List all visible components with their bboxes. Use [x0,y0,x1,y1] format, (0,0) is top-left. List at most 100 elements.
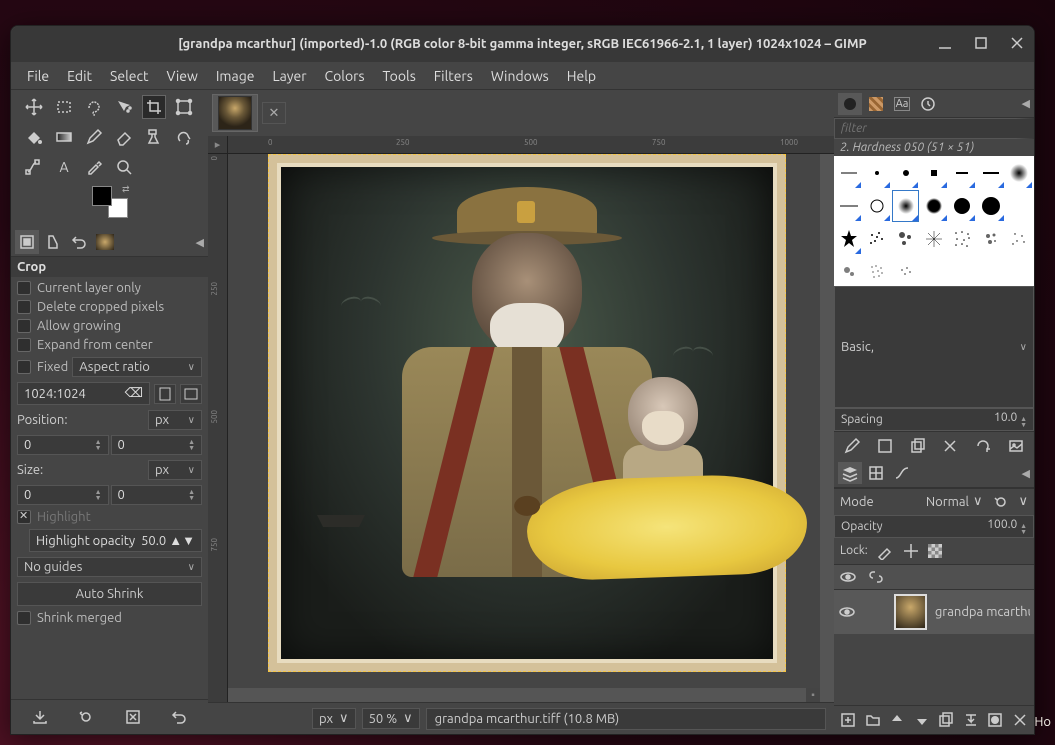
brush-cell[interactable] [920,223,947,255]
lock-position-icon[interactable] [902,542,920,560]
brush-cell-selected[interactable] [892,190,919,222]
position-y-input[interactable]: 0▲▼ [111,435,203,455]
brush-cell[interactable] [920,190,947,222]
new-brush-icon[interactable] [874,436,896,456]
patterns-tab-icon[interactable] [864,93,888,115]
portrait-orientation-button[interactable] [154,384,176,404]
open-as-image-icon[interactable] [1005,436,1027,456]
landscape-orientation-button[interactable] [180,384,202,404]
duplicate-layer-icon[interactable] [936,710,956,730]
clone-tool-icon[interactable] [143,126,165,148]
color-swatches[interactable]: ⇄ [92,186,128,218]
layer-visibility-toggle[interactable] [838,603,858,621]
auto-shrink-button[interactable]: Auto Shrink [17,582,202,606]
fonts-tab-icon[interactable]: Aa [890,93,914,115]
quick-nav-icon[interactable]: ▪ [806,688,820,702]
brushes-tab-icon[interactable] [838,93,862,115]
position-x-input[interactable]: 0▲▼ [17,435,109,455]
layer-row-0[interactable]: grandpa mcarthur [834,590,1034,634]
horizontal-scrollbar[interactable] [228,688,806,702]
menu-windows[interactable]: Windows [483,64,557,88]
zoom-dropdown[interactable]: 50 %∨ [362,708,420,729]
duplicate-brush-icon[interactable] [907,436,929,456]
minimize-button[interactable] [934,32,956,54]
rect-select-tool-icon[interactable] [53,96,75,118]
eraser-tool-icon[interactable] [113,126,135,148]
menu-help[interactable]: Help [559,64,604,88]
new-layer-icon[interactable] [838,710,858,730]
mask-layer-icon[interactable] [985,710,1005,730]
brush-cell[interactable] [892,223,919,255]
brush-cell[interactable] [1006,190,1033,222]
size-unit-dropdown[interactable]: px∨ [148,460,202,480]
ruler-origin-toggle[interactable]: ▸ [208,136,228,154]
close-button[interactable] [1006,32,1028,54]
canvas-image[interactable] [268,154,786,672]
shrink-merged-checkbox[interactable]: Shrink merged [17,611,202,625]
mode-reset-icon[interactable] [992,493,1010,511]
reset-preset-icon[interactable] [167,706,191,728]
smudge-tool-icon[interactable] [173,126,195,148]
brush-cell[interactable] [949,223,976,255]
brush-cell[interactable] [920,157,947,189]
brush-cell[interactable] [835,256,862,286]
gradient-tool-icon[interactable] [53,126,75,148]
brush-preset-dropdown[interactable]: Basic,∨ [834,286,1034,408]
size-h-input[interactable]: 0▲▼ [111,485,203,505]
free-select-tool-icon[interactable] [83,96,105,118]
brush-cell[interactable] [1006,157,1033,189]
delete-cropped-checkbox[interactable]: Delete cropped pixels [17,300,202,314]
fixed-mode-dropdown[interactable]: Aspect ratio∨ [72,357,202,377]
guides-dropdown[interactable]: No guides∨ [17,557,202,577]
menu-file[interactable]: File [19,64,57,88]
brush-cell[interactable] [977,157,1004,189]
bucket-fill-tool-icon[interactable] [23,126,45,148]
layer-thumbnail[interactable] [894,594,927,630]
size-w-input[interactable]: 0▲▼ [17,485,109,505]
title-bar[interactable]: [grandpa mcarthur] (imported)-1.0 (RGB c… [11,26,1034,62]
vertical-ruler[interactable]: 0 250 500 750 [208,154,228,702]
fuzzy-select-tool-icon[interactable] [113,96,135,118]
history-tab-icon[interactable] [916,93,940,115]
menu-tools[interactable]: Tools [375,64,424,88]
menu-select[interactable]: Select [102,64,156,88]
image-tab-0[interactable] [212,94,258,132]
lock-pixels-icon[interactable] [876,542,894,560]
opacity-slider[interactable]: Opacity100.0 ▲▼ [834,515,1034,538]
save-preset-icon[interactable] [28,706,52,728]
raise-layer-icon[interactable] [887,710,907,730]
fg-color-swatch[interactable] [92,186,112,206]
brush-cell[interactable] [863,190,890,222]
vertical-scrollbar[interactable] [820,154,834,702]
text-tool-icon[interactable]: A [53,156,75,178]
refresh-brushes-icon[interactable] [972,436,994,456]
menu-edit[interactable]: Edit [59,64,100,88]
tool-options-tab-icon[interactable] [15,230,39,254]
brush-cell[interactable] [949,190,976,222]
layer-name-label[interactable]: grandpa mcarthur [935,605,1030,619]
brush-cell[interactable] [835,190,862,222]
brush-cell[interactable] [1006,223,1033,255]
eye-column-icon[interactable] [837,568,859,586]
edit-brush-icon[interactable] [841,436,863,456]
menu-image[interactable]: Image [208,64,263,88]
images-tab-icon[interactable] [93,230,117,254]
layers-tab-icon[interactable] [838,462,862,484]
delete-brush-icon[interactable] [939,436,961,456]
expand-from-center-checkbox[interactable]: Expand from center [17,338,202,352]
chevron-down-icon[interactable]: ∨ [1018,494,1028,509]
pencil-tool-icon[interactable] [83,126,105,148]
restore-preset-icon[interactable] [74,706,98,728]
device-status-tab-icon[interactable] [41,230,65,254]
brush-cell[interactable] [863,223,890,255]
brush-cell[interactable] [977,223,1004,255]
channels-tab-icon[interactable] [864,462,888,484]
position-unit-dropdown[interactable]: px∨ [148,410,202,430]
dock-menu-icon[interactable]: ◀ [1022,97,1030,110]
brush-filter-input[interactable] [834,118,1034,139]
close-image-tab-button[interactable]: ✕ [262,102,286,124]
crop-tool-icon[interactable] [143,96,165,118]
brush-cell[interactable] [949,157,976,189]
dock-menu-icon[interactable]: ◀ [196,236,204,249]
spacing-slider[interactable]: Spacing10.0 ▲▼ [834,408,1034,431]
